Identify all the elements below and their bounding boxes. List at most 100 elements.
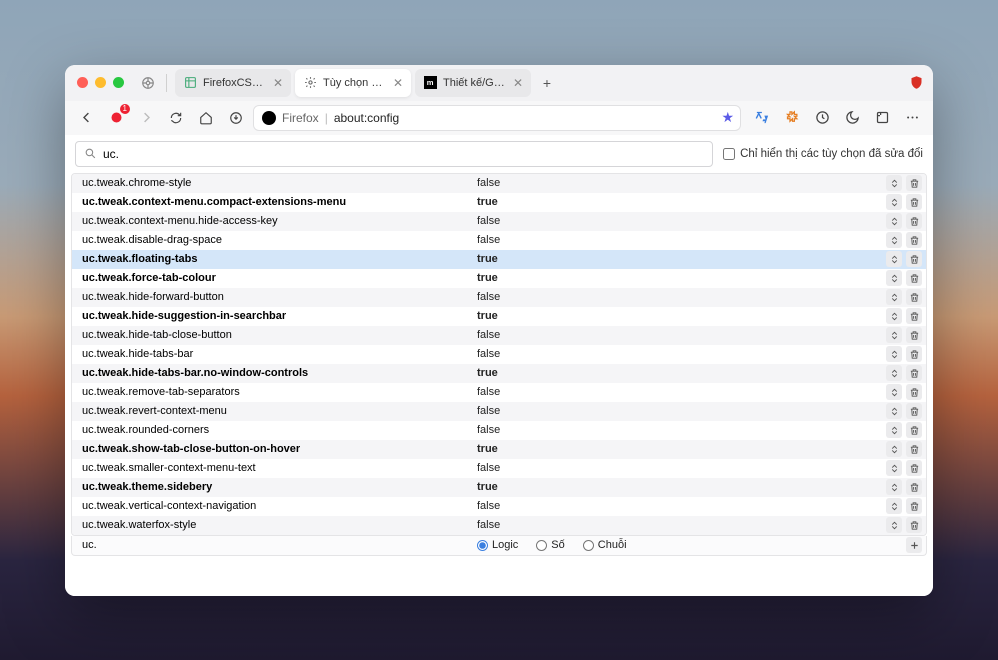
nav-toolbar: 1 Firefox | about:config ★ [65, 101, 933, 135]
pref-row[interactable]: uc.tweak.disable-drag-space false [72, 231, 926, 250]
pref-toggle-button[interactable] [886, 422, 902, 438]
pref-delete-button[interactable] [906, 460, 922, 476]
tab-close-button[interactable]: ✕ [391, 76, 405, 90]
pref-delete-button[interactable] [906, 251, 922, 267]
pref-delete-button[interactable] [906, 498, 922, 514]
pref-row[interactable]: uc.tweak.waterfox-style false [72, 516, 926, 535]
new-tab-button[interactable]: + [535, 71, 559, 95]
pref-toggle-button[interactable] [886, 346, 902, 362]
pref-row[interactable]: uc.tweak.hide-tabs-bar false [72, 345, 926, 364]
pref-type-option[interactable]: Chuỗi [583, 539, 627, 551]
browser-tab[interactable]: FirefoxCSS Store ✕ [175, 69, 291, 97]
window-close-button[interactable] [77, 77, 88, 88]
pref-delete-button[interactable] [906, 232, 922, 248]
pref-delete-button[interactable] [906, 384, 922, 400]
tab-label: FirefoxCSS Store [203, 77, 265, 89]
pref-toggle-button[interactable] [886, 384, 902, 400]
pref-type-radio[interactable] [536, 540, 547, 551]
pref-delete-button[interactable] [906, 403, 922, 419]
pref-toggle-button[interactable] [886, 517, 902, 533]
extensions-icon[interactable] [779, 105, 805, 131]
home-button[interactable] [193, 105, 219, 131]
pref-toggle-button[interactable] [886, 441, 902, 457]
show-modified-only[interactable]: Chỉ hiển thị các tùy chọn đã sửa đổi [723, 148, 923, 160]
pref-delete-button[interactable] [906, 308, 922, 324]
pref-toggle-button[interactable] [886, 194, 902, 210]
pref-toggle-button[interactable] [886, 479, 902, 495]
pref-delete-button[interactable] [906, 441, 922, 457]
forward-button[interactable] [133, 105, 159, 131]
pref-delete-button[interactable] [906, 194, 922, 210]
workspace-icon[interactable] [138, 73, 158, 93]
pref-row[interactable]: uc.tweak.smaller-context-menu-text false [72, 459, 926, 478]
pref-row[interactable]: uc.tweak.hide-tab-close-button false [72, 326, 926, 345]
pref-delete-button[interactable] [906, 517, 922, 533]
pref-type-option[interactable]: Số [536, 539, 564, 551]
browser-tab[interactable]: Tùy chọn nâng cao ✕ [295, 69, 411, 97]
download-button[interactable] [223, 105, 249, 131]
pref-toggle-button[interactable] [886, 498, 902, 514]
notification-button[interactable]: 1 [103, 105, 129, 131]
add-pref-button[interactable] [906, 537, 922, 553]
pref-row[interactable]: uc.tweak.theme.sidebery true [72, 478, 926, 497]
history-icon[interactable] [809, 105, 835, 131]
pref-value: false [477, 215, 886, 227]
translate-icon[interactable] [749, 105, 775, 131]
pref-toggle-button[interactable] [886, 460, 902, 476]
pref-toggle-button[interactable] [886, 213, 902, 229]
pref-row[interactable]: uc.tweak.show-tab-close-button-on-hover … [72, 440, 926, 459]
pref-name: uc.tweak.floating-tabs [82, 253, 477, 265]
pref-row[interactable]: uc.tweak.revert-context-menu false [72, 402, 926, 421]
browser-window: FirefoxCSS Store ✕ Tùy chọn nâng cao ✕ m… [65, 65, 933, 596]
pref-row[interactable]: uc.tweak.hide-suggestion-in-searchbar tr… [72, 307, 926, 326]
url-bar[interactable]: Firefox | about:config ★ [253, 105, 741, 131]
pref-row[interactable]: uc.tweak.chrome-style false [72, 174, 926, 193]
tab-close-button[interactable]: ✕ [271, 76, 285, 90]
pref-row[interactable]: uc.tweak.context-menu.compact-extensions… [72, 193, 926, 212]
pref-row[interactable]: uc.tweak.hide-tabs-bar.no-window-control… [72, 364, 926, 383]
pref-delete-button[interactable] [906, 346, 922, 362]
pref-toggle-button[interactable] [886, 251, 902, 267]
tab-close-button[interactable]: ✕ [511, 76, 525, 90]
pref-row[interactable]: uc.tweak.rounded-corners false [72, 421, 926, 440]
pref-row[interactable]: uc.tweak.floating-tabs true [72, 250, 926, 269]
pref-delete-button[interactable] [906, 175, 922, 191]
pref-toggle-button[interactable] [886, 289, 902, 305]
pref-delete-button[interactable] [906, 270, 922, 286]
pref-type-radio[interactable] [583, 540, 594, 551]
window-minimize-button[interactable] [95, 77, 106, 88]
pref-delete-button[interactable] [906, 289, 922, 305]
pref-toggle-button[interactable] [886, 365, 902, 381]
menu-icon[interactable] [899, 105, 925, 131]
window-maximize-button[interactable] [113, 77, 124, 88]
bookmark-star-icon[interactable]: ★ [721, 109, 734, 126]
pref-type-option[interactable]: Logic [477, 539, 518, 551]
pref-toggle-button[interactable] [886, 327, 902, 343]
theme-toggle-icon[interactable] [839, 105, 865, 131]
pref-delete-button[interactable] [906, 422, 922, 438]
pref-toggle-button[interactable] [886, 308, 902, 324]
pref-toggle-button[interactable] [886, 270, 902, 286]
pref-row[interactable]: uc.tweak.remove-tab-separators false [72, 383, 926, 402]
pref-search-box[interactable] [75, 141, 713, 167]
reload-button[interactable] [163, 105, 189, 131]
shield-icon[interactable] [909, 75, 925, 91]
screenshot-icon[interactable] [869, 105, 895, 131]
browser-tab[interactable]: m Thiết kế/Giao diện Tab - Mozill... ✕ [415, 69, 531, 97]
back-button[interactable] [73, 105, 99, 131]
pref-search-input[interactable] [103, 147, 704, 161]
pref-row[interactable]: uc.tweak.context-menu.hide-access-key fa… [72, 212, 926, 231]
pref-type-radio[interactable] [477, 540, 488, 551]
pref-row[interactable]: uc.tweak.force-tab-colour true [72, 269, 926, 288]
pref-row[interactable]: uc.tweak.vertical-context-navigation fal… [72, 497, 926, 516]
pref-delete-button[interactable] [906, 365, 922, 381]
pref-name: uc.tweak.theme.sidebery [82, 481, 477, 493]
pref-toggle-button[interactable] [886, 175, 902, 191]
pref-delete-button[interactable] [906, 327, 922, 343]
pref-delete-button[interactable] [906, 479, 922, 495]
pref-toggle-button[interactable] [886, 232, 902, 248]
pref-delete-button[interactable] [906, 213, 922, 229]
show-modified-checkbox[interactable] [723, 148, 735, 160]
pref-row[interactable]: uc.tweak.hide-forward-button false [72, 288, 926, 307]
pref-toggle-button[interactable] [886, 403, 902, 419]
